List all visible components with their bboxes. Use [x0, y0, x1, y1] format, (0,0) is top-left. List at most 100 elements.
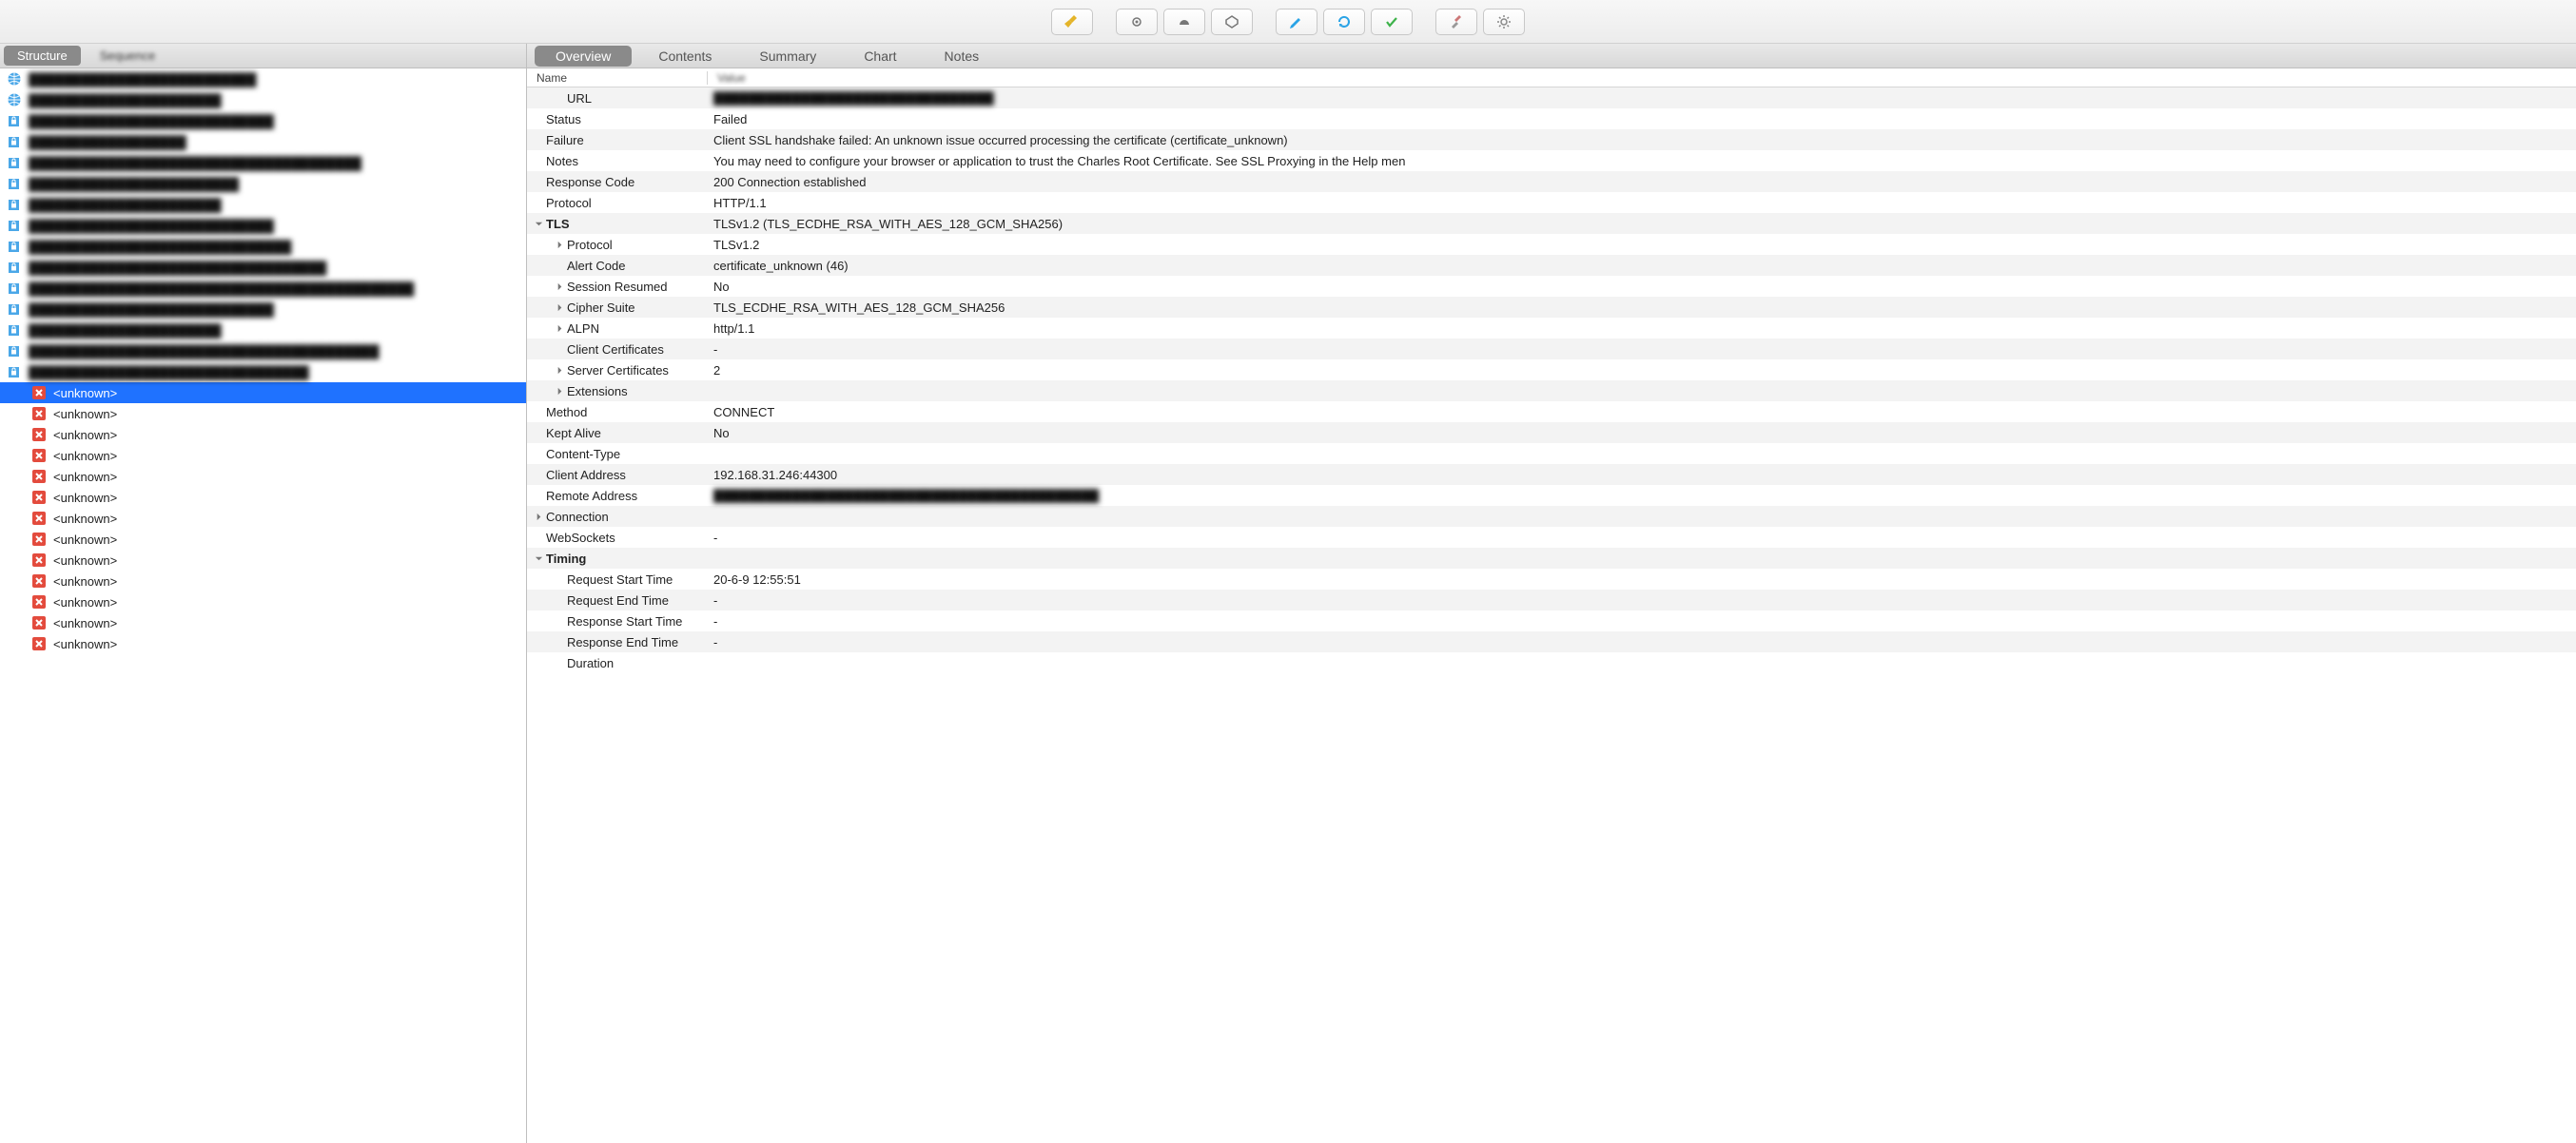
- overview-row[interactable]: Kept AliveNo: [527, 422, 2576, 443]
- overview-row[interactable]: ProtocolTLSv1.2: [527, 234, 2576, 255]
- tree-host-row[interactable]: ██████████████████████: [0, 194, 526, 215]
- overview-row[interactable]: Client Certificates-: [527, 339, 2576, 359]
- overview-row-value: TLSv1.2 (TLS_ECDHE_RSA_WITH_AES_128_GCM_…: [708, 217, 2576, 231]
- tree-unknown-row[interactable]: <unknown>: [0, 445, 526, 466]
- tools-button[interactable]: [1435, 9, 1477, 35]
- validate-button[interactable]: [1371, 9, 1413, 35]
- overview-row[interactable]: Request Start Time20-6-9 12:55:51: [527, 569, 2576, 590]
- disclosure-icon[interactable]: [554, 385, 565, 397]
- overview-row[interactable]: NotesYou may need to configure your brow…: [527, 150, 2576, 171]
- disclosure-icon[interactable]: [533, 218, 544, 229]
- tab-structure[interactable]: Structure: [4, 46, 81, 66]
- edit-button[interactable]: [1276, 9, 1317, 35]
- tree-host-row[interactable]: ████████████████████████████: [0, 110, 526, 131]
- overview-row[interactable]: Cipher SuiteTLS_ECDHE_RSA_WITH_AES_128_G…: [527, 297, 2576, 318]
- x-icon: [30, 532, 48, 547]
- tree-unknown-row[interactable]: <unknown>: [0, 382, 526, 403]
- overview-row[interactable]: ALPNhttp/1.1: [527, 318, 2576, 339]
- tree-unknown-row[interactable]: <unknown>: [0, 424, 526, 445]
- disclosure-icon: [554, 615, 565, 627]
- tab-notes[interactable]: Notes: [924, 46, 1001, 67]
- overview-row[interactable]: Response Start Time-: [527, 610, 2576, 631]
- lock-icon: [6, 364, 23, 379]
- record-button[interactable]: [1116, 9, 1158, 35]
- lock-icon: [6, 197, 23, 212]
- tree-host-row[interactable]: ██████████████████████████████████████: [0, 152, 526, 173]
- x-icon: [30, 511, 48, 526]
- tab-contents[interactable]: Contents: [637, 46, 732, 67]
- overview-row[interactable]: Server Certificates2: [527, 359, 2576, 380]
- tree-unknown-row[interactable]: <unknown>: [0, 550, 526, 571]
- breakpoint-button[interactable]: [1211, 9, 1253, 35]
- disclosure-icon[interactable]: [533, 552, 544, 564]
- tree-host-row[interactable]: ██████████████████████: [0, 320, 526, 340]
- tab-sequence[interactable]: Sequence: [87, 46, 169, 66]
- tree-unknown-row[interactable]: <unknown>: [0, 571, 526, 591]
- broom-button[interactable]: [1051, 9, 1093, 35]
- overview-row[interactable]: Alert Codecertificate_unknown (46): [527, 255, 2576, 276]
- globe-icon: [6, 92, 23, 107]
- overview-row[interactable]: Session ResumedNo: [527, 276, 2576, 297]
- tree-host-row[interactable]: ██████████████████████████: [0, 68, 526, 89]
- overview-row-value: -: [708, 635, 2576, 649]
- tree-host-row[interactable]: ████████████████████████████████: [0, 361, 526, 382]
- overview-row[interactable]: StatusFailed: [527, 108, 2576, 129]
- tree-unknown-row[interactable]: <unknown>: [0, 633, 526, 654]
- tree-unknown-row[interactable]: <unknown>: [0, 529, 526, 550]
- tree-host-row[interactable]: ████████████████████████████████████████…: [0, 278, 526, 299]
- overview-row[interactable]: Extensions: [527, 380, 2576, 401]
- overview-row[interactable]: TLSTLSv1.2 (TLS_ECDHE_RSA_WITH_AES_128_G…: [527, 213, 2576, 234]
- overview-row[interactable]: Response End Time-: [527, 631, 2576, 652]
- tree-unknown-row[interactable]: <unknown>: [0, 487, 526, 508]
- overview-row[interactable]: URL████████████████████████████████: [527, 87, 2576, 108]
- overview-row[interactable]: Remote Address██████████████████████████…: [527, 485, 2576, 506]
- tree-host-row[interactable]: ████████████████████████████: [0, 299, 526, 320]
- tab-chart[interactable]: Chart: [843, 46, 917, 67]
- disclosure-icon: [554, 594, 565, 606]
- disclosure-icon[interactable]: [554, 281, 565, 292]
- tree-host-row[interactable]: ██████████████████████: [0, 89, 526, 110]
- tree-host-row[interactable]: ████████████████████████: [0, 173, 526, 194]
- tree-unknown-row[interactable]: <unknown>: [0, 508, 526, 529]
- tree-host-row[interactable]: ██████████████████████████████: [0, 236, 526, 257]
- overview-header: Name Value: [527, 68, 2576, 87]
- overview-row[interactable]: MethodCONNECT: [527, 401, 2576, 422]
- overview-row-value: -: [708, 531, 2576, 545]
- overview-row[interactable]: Duration: [527, 652, 2576, 673]
- overview-row[interactable]: Content-Type: [527, 443, 2576, 464]
- tab-summary[interactable]: Summary: [738, 46, 837, 67]
- lock-icon: [6, 134, 23, 149]
- tree-host-row[interactable]: ████████████████████████████: [0, 215, 526, 236]
- detail-panel: Overview Contents Summary Chart Notes Na…: [527, 44, 2576, 1143]
- overview-row[interactable]: FailureClient SSL handshake failed: An u…: [527, 129, 2576, 150]
- overview-table[interactable]: URL████████████████████████████████Statu…: [527, 87, 2576, 1143]
- disclosure-icon[interactable]: [533, 511, 544, 522]
- tree-host-row[interactable]: ████████████████████████████████████████: [0, 340, 526, 361]
- disclosure-icon[interactable]: [554, 239, 565, 250]
- overview-row[interactable]: WebSockets-: [527, 527, 2576, 548]
- tree-unknown-row[interactable]: <unknown>: [0, 591, 526, 612]
- tree-host-label: ██████████████████████████████████████: [29, 156, 361, 170]
- overview-row[interactable]: Timing: [527, 548, 2576, 569]
- overview-row[interactable]: Request End Time-: [527, 590, 2576, 610]
- tree-unknown-row[interactable]: <unknown>: [0, 466, 526, 487]
- tree-unknown-row[interactable]: <unknown>: [0, 612, 526, 633]
- disclosure-icon[interactable]: [554, 322, 565, 334]
- refresh-button[interactable]: [1323, 9, 1365, 35]
- throttle-button[interactable]: [1163, 9, 1205, 35]
- structure-tree[interactable]: ████████████████████████████████████████…: [0, 68, 526, 1143]
- disclosure-icon[interactable]: [554, 301, 565, 313]
- tree-unknown-row[interactable]: <unknown>: [0, 403, 526, 424]
- overview-row-name: Response End Time: [527, 635, 708, 649]
- disclosure-icon[interactable]: [554, 364, 565, 376]
- overview-row[interactable]: ProtocolHTTP/1.1: [527, 192, 2576, 213]
- lock-icon: [6, 218, 23, 233]
- tree-host-row[interactable]: ██████████████████████████████████: [0, 257, 526, 278]
- overview-row[interactable]: Client Address192.168.31.246:44300: [527, 464, 2576, 485]
- tree-host-row[interactable]: ██████████████████: [0, 131, 526, 152]
- overview-row[interactable]: Response Code200 Connection established: [527, 171, 2576, 192]
- overview-row-name: Content-Type: [527, 447, 708, 461]
- overview-row[interactable]: Connection: [527, 506, 2576, 527]
- settings-button[interactable]: [1483, 9, 1525, 35]
- tab-overview[interactable]: Overview: [535, 46, 632, 67]
